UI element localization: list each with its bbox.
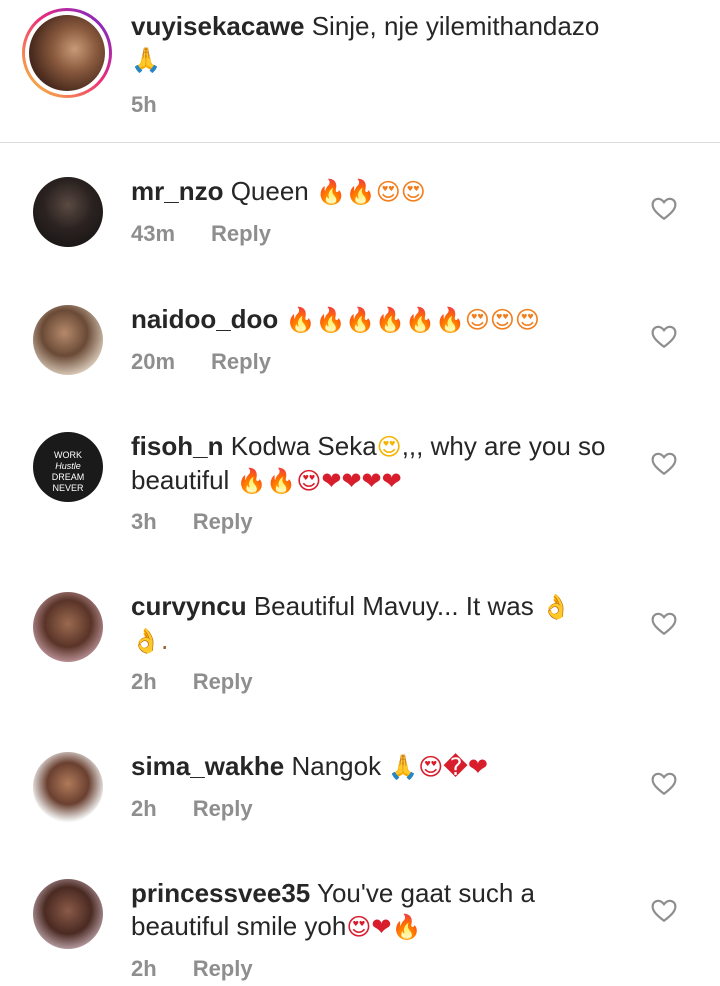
heart-outline-icon[interactable] [651, 612, 677, 636]
reply-button[interactable]: Reply [193, 669, 253, 694]
comment-body: Beautiful Mavuy... It was [253, 591, 534, 621]
comment-username[interactable]: mr_nzo [131, 176, 223, 206]
comment-text: princessvee35 You've gaat such a beautif… [131, 877, 621, 944]
reply-button[interactable]: Reply [193, 956, 253, 981]
heart-outline-icon[interactable] [651, 325, 677, 349]
comment-emoji: 😍❤🔥 [346, 913, 422, 941]
reply-button[interactable]: Reply [193, 509, 253, 534]
avatar[interactable] [33, 305, 103, 375]
comment-body-continued: 👌. [131, 627, 169, 655]
comment-meta: 2h Reply [131, 956, 253, 982]
comment-text: curvyncu Beautiful Mavuy... It was 👌 👌. [131, 590, 621, 658]
avatar[interactable] [33, 592, 103, 662]
heart-outline-icon[interactable] [651, 899, 677, 923]
comment-meta: 3h Reply [131, 509, 253, 535]
timestamp: 5h [131, 92, 157, 117]
avatar[interactable] [33, 879, 103, 949]
comment-emoji: 👌 [540, 593, 571, 621]
heart-outline-icon[interactable] [651, 772, 677, 796]
comment-emoji: 🔥🔥😍😍 [316, 178, 426, 206]
comment-meta: 2h Reply [131, 796, 253, 822]
story-ring-avatar[interactable] [22, 8, 112, 98]
comment-username[interactable]: curvyncu [131, 591, 247, 621]
caption-text: vuyisekacawe Sinje, nje yilemithandazo 🙏 [131, 10, 621, 77]
timestamp: 2h [131, 956, 157, 981]
avatar [29, 15, 105, 91]
heart-outline-icon[interactable] [651, 452, 677, 476]
reply-button[interactable]: Reply [211, 221, 271, 246]
avatar[interactable]: WORK Hustle DREAM NEVER [33, 432, 103, 502]
comment-text: mr_nzo Queen 🔥🔥😍😍 [131, 175, 621, 209]
comment-emoji: 😍 [376, 433, 402, 461]
comment-username[interactable]: sima_wakhe [131, 751, 284, 781]
caption-body: Sinje, nje yilemithandazo [311, 11, 600, 41]
caption-time: 5h [131, 92, 157, 118]
comment-text: fisoh_n Kodwa Seka😍,,, why are you so be… [131, 430, 621, 498]
comment-body: Kodwa Seka [230, 431, 377, 461]
comment-emoji: 🙏😍�❤ [388, 753, 488, 781]
pray-emoji: 🙏 [131, 46, 161, 74]
comment-username[interactable]: princessvee35 [131, 878, 310, 908]
timestamp: 2h [131, 796, 157, 821]
comment-text: sima_wakhe Nangok 🙏😍�❤ [131, 750, 621, 784]
timestamp: 20m [131, 349, 176, 374]
heart-outline-icon[interactable] [651, 197, 677, 221]
caption-block: vuyisekacawe Sinje, nje yilemithandazo 🙏… [0, 0, 720, 143]
timestamp: 43m [131, 221, 176, 246]
comment-emoji: 🔥🔥😍❤❤❤❤ [236, 467, 402, 495]
comment-body: Nangok [291, 751, 382, 781]
avatar[interactable] [33, 177, 103, 247]
timestamp: 3h [131, 509, 157, 534]
comment-username[interactable]: naidoo_doo [131, 304, 278, 334]
comment-emoji: 🔥🔥🔥🔥🔥🔥😍😍😍 [285, 306, 540, 334]
comment-username[interactable]: fisoh_n [131, 431, 223, 461]
comment-meta: 43m Reply [131, 221, 271, 247]
timestamp: 2h [131, 669, 157, 694]
comment-body: Queen [230, 176, 309, 206]
comment-meta: 20m Reply [131, 349, 271, 375]
reply-button[interactable]: Reply [193, 796, 253, 821]
comment-meta: 2h Reply [131, 669, 253, 695]
avatar[interactable] [33, 752, 103, 822]
reply-button[interactable]: Reply [211, 349, 271, 374]
comment-text: naidoo_doo 🔥🔥🔥🔥🔥🔥😍😍😍 [131, 303, 621, 337]
caption-username[interactable]: vuyisekacawe [131, 11, 304, 41]
